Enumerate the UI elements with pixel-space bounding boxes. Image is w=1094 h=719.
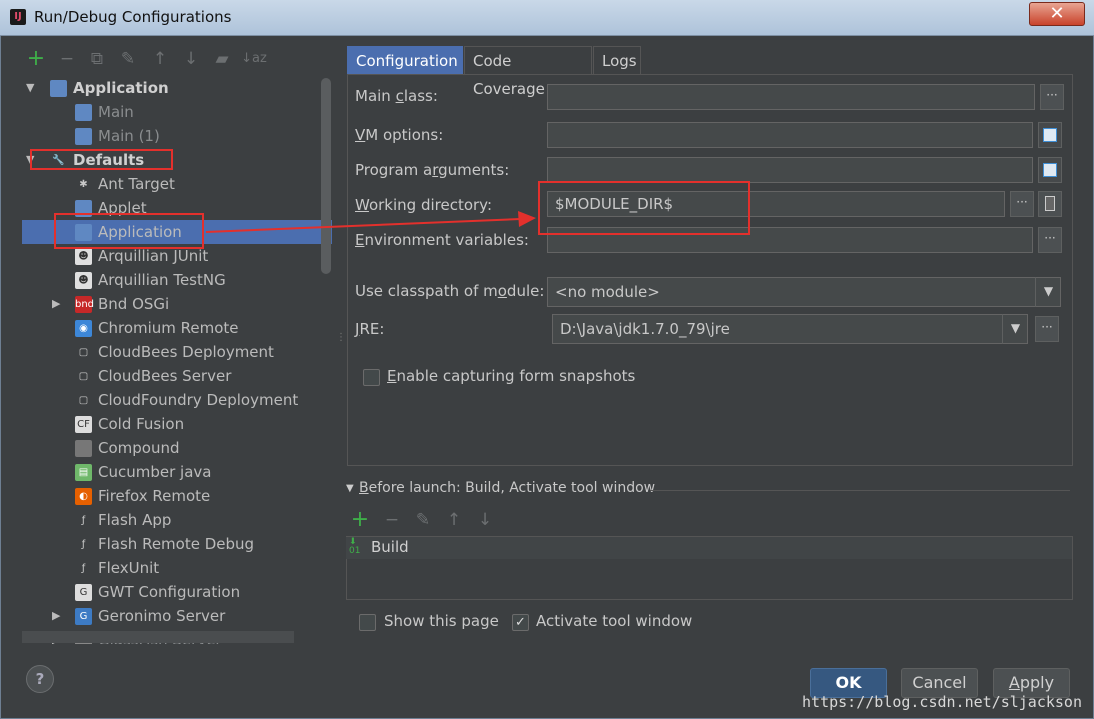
- watermark: https://blog.csdn.net/sljackson: [802, 693, 1082, 711]
- annotation-arrow: [205, 211, 536, 233]
